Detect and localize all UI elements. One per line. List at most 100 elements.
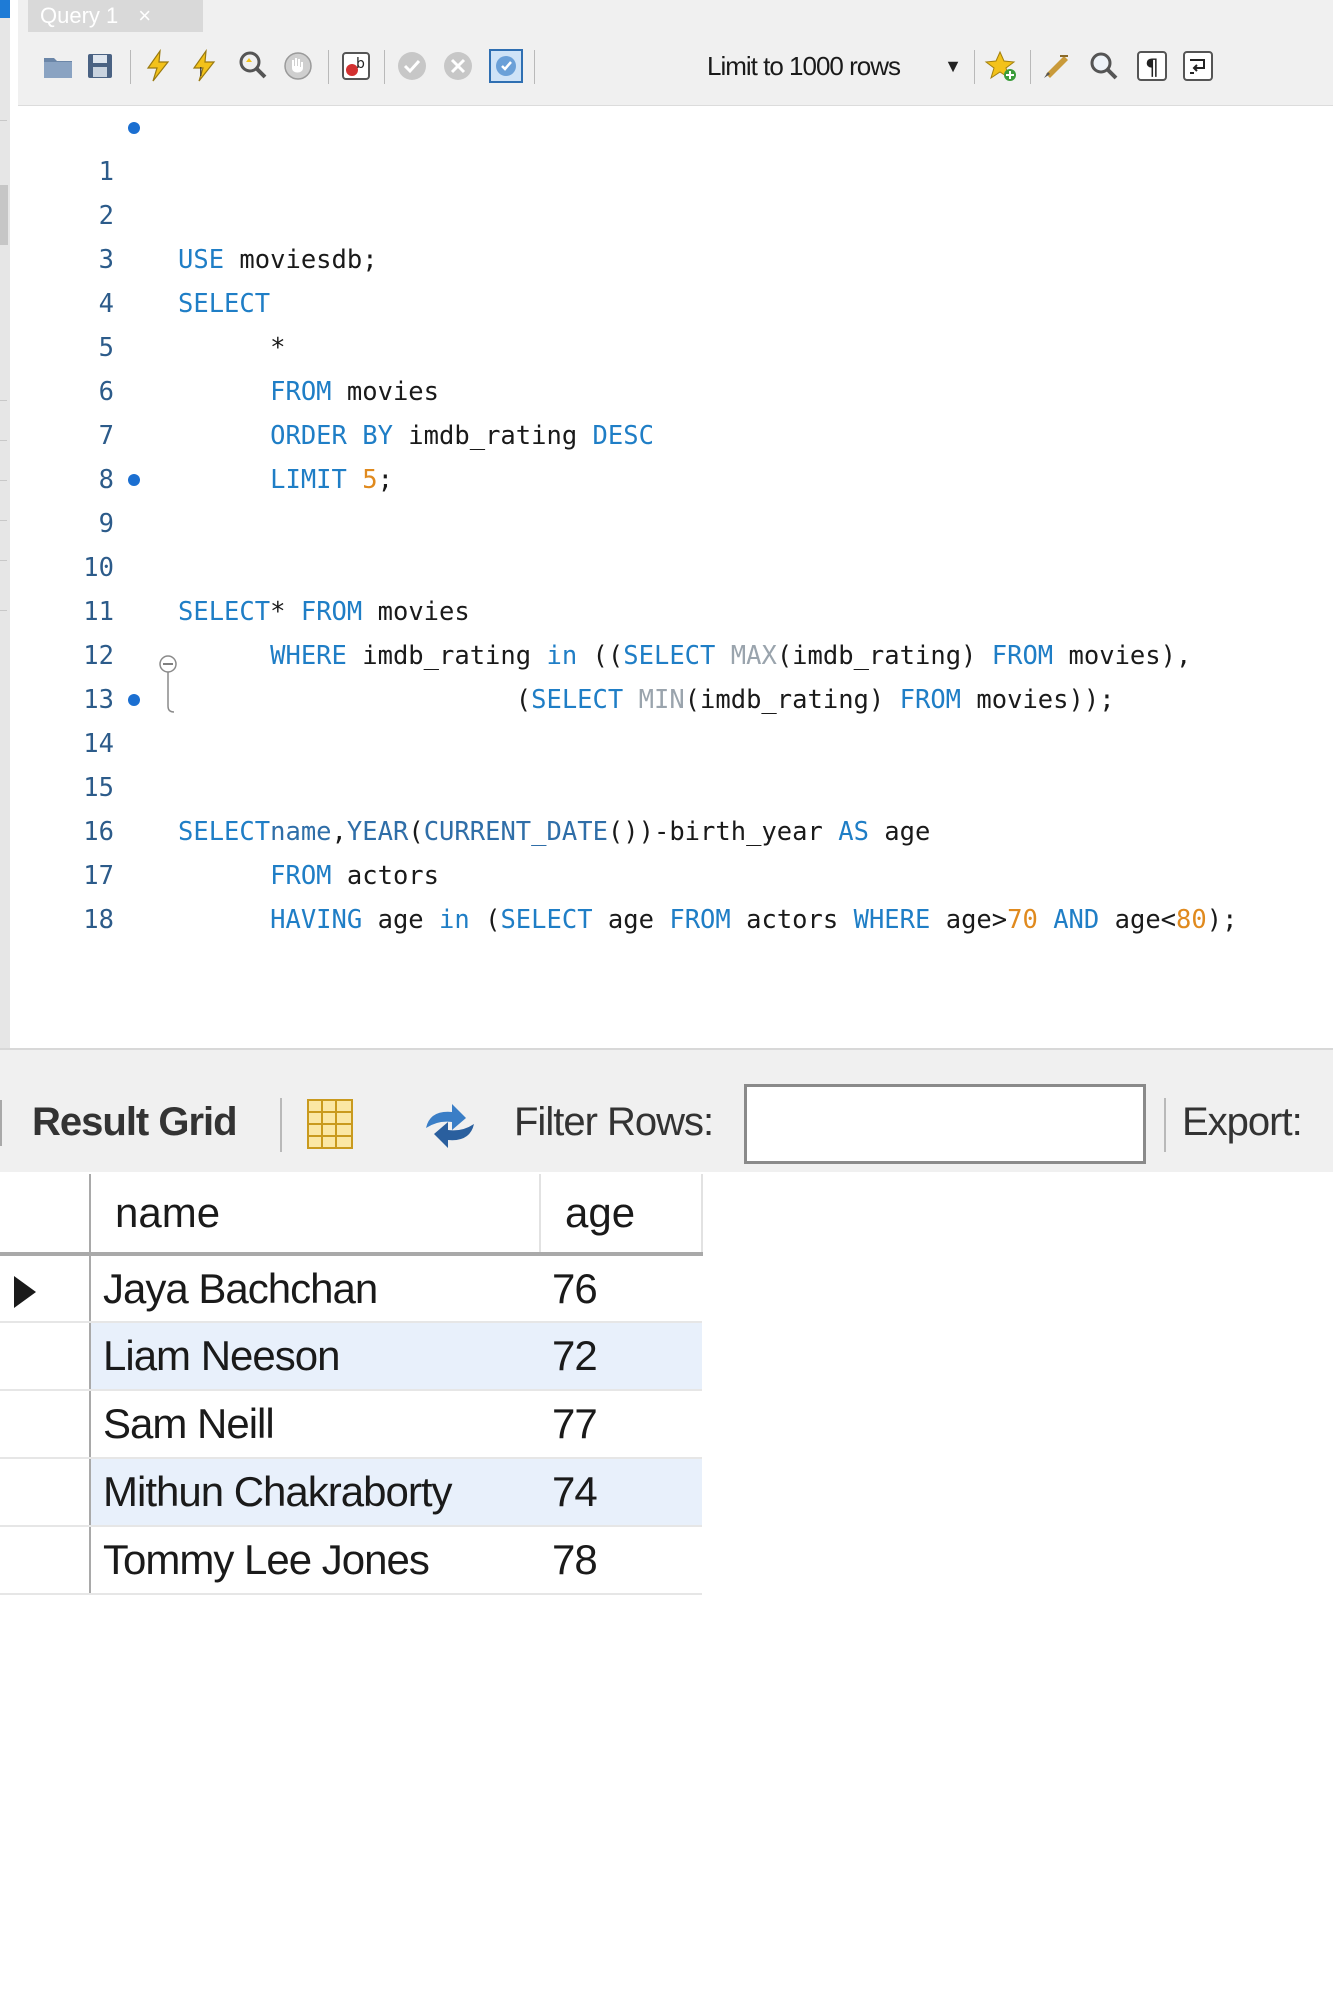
toolbar-separator	[1030, 50, 1031, 84]
find-icon[interactable]	[1084, 46, 1124, 86]
sql-text: age	[362, 905, 440, 935]
panel-edge-mark	[0, 520, 7, 521]
rollback-icon[interactable]	[438, 46, 478, 86]
cell-age[interactable]: 74	[540, 1458, 702, 1527]
limit-rows-value: Limit to 1000 rows	[707, 50, 901, 81]
save-icon[interactable]	[80, 46, 120, 86]
toolbar-separator	[130, 50, 131, 84]
cell-age[interactable]: 77	[540, 1390, 702, 1459]
cell-name[interactable]: Liam Neeson	[90, 1322, 540, 1391]
tab-result-grid[interactable]: Result Grid	[32, 1100, 238, 1145]
open-file-icon[interactable]	[38, 46, 78, 86]
code-line[interactable]: 17 HAVING age in (SELECT age FROM actors…	[18, 810, 1333, 935]
chevron-down-icon[interactable]: ▼	[944, 56, 962, 77]
stop-icon[interactable]	[278, 46, 318, 86]
invisible-chars-icon[interactable]: ¶	[1132, 46, 1172, 86]
code-line[interactable]: 3 SELECT	[18, 194, 1333, 319]
result-grid: name age Jaya Bachchan 76 Liam Neeson 72…	[0, 1172, 1333, 2000]
sql-keyword: AND	[1037, 905, 1100, 935]
code-line[interactable]: 7 LIMIT 5;	[18, 370, 1333, 495]
code-line[interactable]: 4 *	[18, 238, 1333, 363]
toolbar-separator	[384, 50, 385, 84]
panel-scroll-thumb[interactable]	[0, 185, 8, 245]
code-line[interactable]: 18	[18, 854, 1333, 935]
code-line[interactable]: 15 name,YEAR(CURRENT_DATE())-birth_year …	[18, 722, 1333, 847]
tab-query-1[interactable]: Query 1 ×	[28, 0, 203, 32]
code-line[interactable]: 13	[18, 634, 1333, 715]
column-header-age[interactable]: age	[540, 1174, 703, 1256]
sql-text: age>	[930, 905, 1008, 935]
add-snippet-icon[interactable]	[982, 46, 1022, 86]
code-line[interactable]: 10 * FROM movies	[18, 502, 1333, 627]
cell-name[interactable]: Mithun Chakraborty	[90, 1458, 540, 1527]
panel-edge-mark	[0, 440, 7, 441]
code-line[interactable]: 12 (SELECT MIN(imdb_rating) FROM movies)…	[18, 590, 1333, 715]
row-selector[interactable]	[0, 1254, 91, 1323]
table-row[interactable]: Tommy Lee Jones 78	[0, 1526, 702, 1595]
panel-edge-mark	[0, 610, 7, 611]
code-line[interactable]: 6 ORDER BY imdb_rating DESC	[18, 326, 1333, 451]
fold-toggle-icon[interactable]	[153, 654, 183, 718]
cell-name[interactable]: Jaya Bachchan	[90, 1254, 540, 1323]
sql-text: age<	[1099, 905, 1177, 935]
commit-icon[interactable]	[392, 46, 432, 86]
svg-text:b: b	[356, 56, 365, 72]
code-line[interactable]: 16 FROM actors	[18, 766, 1333, 891]
refresh-icon[interactable]	[418, 1102, 482, 1150]
cell-name[interactable]: Sam Neill	[90, 1390, 540, 1459]
explain-icon[interactable]	[232, 46, 272, 86]
cell-age[interactable]: 72	[540, 1322, 702, 1391]
execute-icon[interactable]	[138, 46, 178, 86]
panel-splitter[interactable]	[0, 1048, 1333, 1070]
panel-edge-mark	[0, 560, 7, 561]
limit-rows-select[interactable]: Limit to 1000 rows ▼	[701, 46, 969, 86]
current-row-icon	[14, 1276, 36, 1308]
code-line[interactable]: 8	[18, 414, 1333, 495]
code-line[interactable]: 11 WHERE imdb_rating in ((SELECT MAX(imd…	[18, 546, 1333, 671]
code-line[interactable]: 9 SELECT	[18, 458, 1333, 627]
row-selector[interactable]	[0, 1390, 91, 1459]
export-button[interactable]: Export:	[1182, 1100, 1303, 1145]
beautify-icon[interactable]	[1038, 46, 1078, 86]
tab-label: Query 1	[40, 3, 119, 28]
active-panel-accent	[0, 0, 10, 18]
row-selector[interactable]	[0, 1458, 91, 1527]
grid-layout-icon[interactable]	[304, 1098, 356, 1150]
sql-keyword: HAVING	[270, 905, 363, 935]
statement-marker-icon	[128, 474, 140, 486]
code-line[interactable]: 5 FROM movies	[18, 282, 1333, 407]
table-row[interactable]: Jaya Bachchan 76	[0, 1254, 702, 1323]
statement-marker-icon	[128, 694, 140, 706]
error-toggle-icon[interactable]: b	[336, 46, 376, 86]
sql-editor-toolbar: I b Limit to 1000 rows ▼ ¶	[18, 32, 1333, 106]
table-row[interactable]: Liam Neeson 72	[0, 1322, 702, 1391]
sql-text: );	[1206, 905, 1238, 935]
sql-text: age	[592, 905, 670, 935]
filter-rows-label: Filter Rows:	[514, 1100, 714, 1144]
panel-edge-mark	[0, 480, 7, 481]
column-header-name[interactable]: name	[90, 1174, 541, 1256]
row-selector[interactable]	[0, 1322, 91, 1391]
filter-rows-input[interactable]	[744, 1084, 1146, 1164]
row-selector-header[interactable]	[0, 1174, 91, 1256]
cell-age[interactable]: 76	[540, 1254, 702, 1323]
autocommit-icon[interactable]	[486, 46, 526, 86]
sql-editor[interactable]: 1 USE moviesdb; 2 3 SELECT 4 * 5 FROM mo…	[18, 106, 1333, 1048]
table-row[interactable]: Sam Neill 77	[0, 1390, 702, 1459]
tab-close-icon[interactable]: ×	[138, 3, 151, 29]
toolbar-separator	[974, 50, 975, 84]
sql-number: 80	[1176, 905, 1207, 935]
table-row[interactable]: Mithun Chakraborty 74	[0, 1458, 702, 1527]
code-line[interactable]: 1 USE moviesdb;	[18, 106, 1333, 275]
wrap-lines-icon[interactable]	[1178, 46, 1218, 86]
execute-current-icon[interactable]: I	[184, 46, 224, 86]
sql-text: actors	[730, 905, 854, 935]
cell-name[interactable]: Tommy Lee Jones	[90, 1526, 540, 1595]
sql-keyword: FROM	[669, 905, 731, 935]
code-line[interactable]: 14 SELECT	[18, 678, 1333, 847]
svg-text:¶: ¶	[1145, 56, 1159, 81]
side-panel-edge	[0, 0, 10, 1048]
code-line[interactable]: 2	[18, 150, 1333, 231]
cell-age[interactable]: 78	[540, 1526, 702, 1595]
row-selector[interactable]	[0, 1526, 91, 1595]
